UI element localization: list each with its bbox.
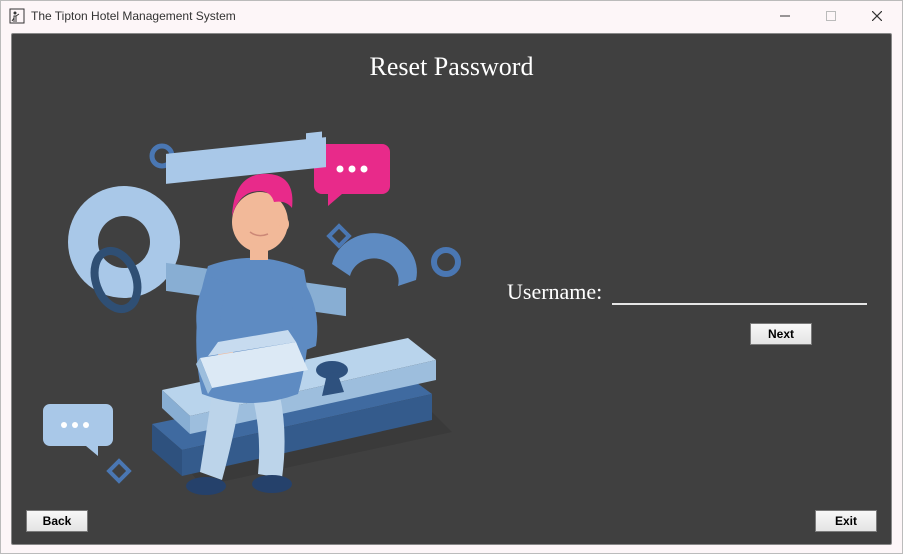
window-titlebar: The Tipton Hotel Management System xyxy=(1,1,902,31)
page-title: Reset Password xyxy=(12,52,891,82)
next-button[interactable]: Next xyxy=(750,323,812,345)
app-icon xyxy=(9,8,25,24)
illustration-person-padlock xyxy=(32,94,472,504)
reset-form: Username: Next xyxy=(507,279,867,345)
close-button[interactable] xyxy=(854,1,900,31)
window-title: The Tipton Hotel Management System xyxy=(31,9,236,23)
back-button[interactable]: Back xyxy=(26,510,88,532)
content-panel: Reset Password xyxy=(11,33,892,545)
minimize-button[interactable] xyxy=(762,1,808,31)
window-controls xyxy=(762,1,900,31)
username-input[interactable] xyxy=(612,281,867,305)
exit-button[interactable]: Exit xyxy=(815,510,877,532)
username-label: Username: xyxy=(507,279,602,305)
maximize-button xyxy=(808,1,854,31)
